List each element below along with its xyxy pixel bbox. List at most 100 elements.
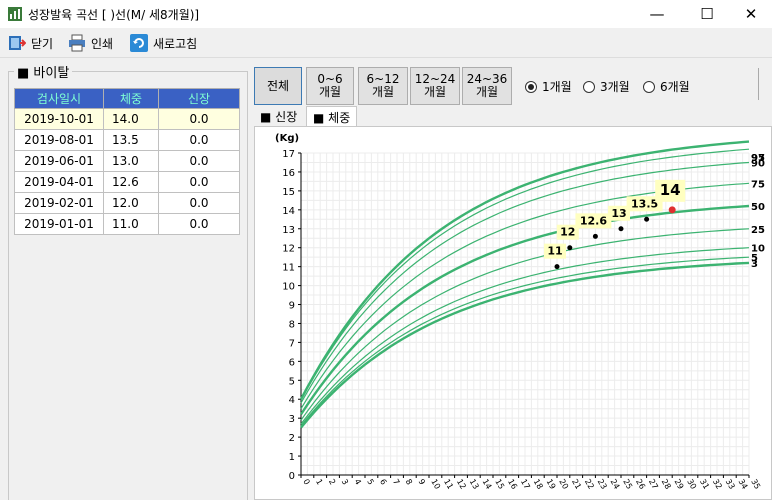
title-bar: 성장발육 곡선 [ )선(M/ 세8개월)] — ☐ ✕ <box>0 0 772 28</box>
data-point <box>567 245 573 251</box>
y-tick-label: 10 <box>282 282 295 293</box>
x-tick-label: 7 <box>391 478 401 487</box>
cell-height: 0.0 <box>158 171 240 193</box>
tab-height[interactable]: ■ 신장 <box>254 106 303 126</box>
vital-table: 검사일시 체중 신장 2019-10-01 14.0 0.0 2019-08-01 1… <box>14 88 240 235</box>
col-header-height[interactable]: 신장 <box>158 88 240 109</box>
percentile-label-50: 50 <box>751 202 765 213</box>
col-header-date[interactable]: 검사일시 <box>14 88 104 109</box>
x-tick-label: 2 <box>327 478 337 487</box>
interval-6month-radio[interactable]: 6개월 <box>643 78 690 95</box>
point-label: 12 <box>560 226 575 239</box>
percentile-label-90: 90 <box>751 158 765 169</box>
maximize-button[interactable]: ☐ <box>684 0 730 28</box>
x-tick-label: 25 <box>621 478 634 491</box>
x-tick-label: 11 <box>442 478 455 491</box>
x-tick-label: 28 <box>660 478 673 491</box>
percentile-label-25: 25 <box>751 225 765 236</box>
x-tick-label: 14 <box>480 478 493 491</box>
vital-panel: ■ 바이탈 검사일시 체중 신장 2019-10-01 14.0 0.0 2019-… <box>4 62 248 500</box>
cell-date: 2019-08-01 <box>14 129 104 151</box>
y-tick-label: 0 <box>289 471 295 482</box>
print-button[interactable]: 인쇄 <box>68 33 113 53</box>
x-tick-label: 16 <box>506 478 519 491</box>
interval-3month-radio[interactable]: 3개월 <box>583 78 630 95</box>
x-tick-label: 0 <box>301 478 311 487</box>
table-row[interactable]: 2019-04-01 12.6 0.0 <box>14 171 240 193</box>
data-point <box>668 206 676 214</box>
app-chart-icon <box>8 7 22 21</box>
x-tick-label: 22 <box>583 478 596 491</box>
y-tick-label: 5 <box>289 376 295 387</box>
x-tick-label: 19 <box>544 478 557 491</box>
door-exit-icon <box>9 36 26 50</box>
radio-unselected-icon <box>643 80 655 93</box>
range-6-12-button[interactable]: 6~12 개월 <box>358 67 408 105</box>
y-tick-label: 17 <box>282 149 295 160</box>
interval-1month-radio[interactable]: 1개월 <box>525 78 572 95</box>
x-tick-label: 27 <box>647 478 660 491</box>
x-tick-label: 29 <box>672 478 685 491</box>
x-tick-label: 12 <box>455 478 468 491</box>
printer-icon <box>69 34 85 52</box>
x-tick-label: 10 <box>429 478 442 491</box>
refresh-button[interactable]: 새로고침 <box>130 33 197 53</box>
panel-scroll-edge[interactable] <box>758 68 762 100</box>
tab-weight[interactable]: ■ 체중 <box>306 106 358 126</box>
y-tick-label: 11 <box>282 263 295 274</box>
y-tick-label: 4 <box>289 395 295 406</box>
radio-selected-icon <box>525 80 537 93</box>
range-12-24-button[interactable]: 12~24 개월 <box>410 67 460 105</box>
weight-chart-svg: 012345678910111213141516170 1 2 3 4 5 6 7 8 9 10 11… <box>275 133 765 491</box>
x-tick-label: 26 <box>634 478 647 491</box>
y-tick-label: 9 <box>289 301 295 312</box>
table-row[interactable]: 2019-02-01 12.0 0.0 <box>14 192 240 214</box>
close-window-button[interactable]: ✕ <box>728 0 772 28</box>
y-tick-label: 7 <box>289 338 295 349</box>
table-row[interactable]: 2019-10-01 14.0 0.0 <box>14 108 240 130</box>
cell-weight: 11.0 <box>103 213 159 235</box>
x-tick-label: 1 <box>314 478 324 487</box>
y-tick-label: 2 <box>289 433 295 444</box>
close-button[interactable]: 닫기 <box>8 33 53 53</box>
x-tick-label: 24 <box>608 478 621 491</box>
point-label: 12.6 <box>580 214 607 227</box>
y-tick-label: 12 <box>282 244 295 255</box>
x-tick-label: 9 <box>416 478 426 487</box>
cell-weight: 14.0 <box>103 108 159 130</box>
cell-date: 2019-10-01 <box>14 108 104 130</box>
range-all-button[interactable]: 전체 <box>254 67 302 105</box>
minimize-button[interactable]: — <box>634 0 680 28</box>
table-row[interactable]: 2019-01-01 11.0 0.0 <box>14 213 240 235</box>
data-point <box>592 233 598 239</box>
cell-date: 2019-06-01 <box>14 150 104 172</box>
x-tick-label: 15 <box>493 478 506 491</box>
table-row[interactable]: 2019-08-01 13.5 0.0 <box>14 129 240 151</box>
growth-chart-window: 성장발육 곡선 [ )선(M/ 세8개월)] — ☐ ✕ 닫기 인쇄 새로고침 … <box>0 0 772 500</box>
cell-date: 2019-04-01 <box>14 171 104 193</box>
table-row[interactable]: 2019-06-01 13.0 0.0 <box>14 150 240 172</box>
refresh-button-label: 새로고침 <box>153 36 198 51</box>
cell-date: 2019-02-01 <box>14 192 104 214</box>
x-tick-label: 21 <box>570 478 583 491</box>
cell-weight: 13.5 <box>103 129 159 151</box>
y-tick-label: 6 <box>289 357 295 368</box>
print-button-label: 인쇄 <box>91 36 114 51</box>
chart-panel: 전체 0~6 개월 6~12 개월 12~24 개월 24~36 개월 1개월 … <box>250 62 772 500</box>
x-tick-label: 30 <box>685 478 698 491</box>
range-24-36-button[interactable]: 24~36 개월 <box>462 67 512 105</box>
y-axis-label: (Kg) <box>275 133 299 144</box>
point-label: 13 <box>611 207 626 220</box>
cell-height: 0.0 <box>158 108 240 130</box>
y-tick-label: 1 <box>289 452 295 463</box>
col-header-weight[interactable]: 체중 <box>103 88 159 109</box>
y-tick-label: 16 <box>282 168 295 179</box>
toolbar: 닫기 인쇄 새로고침 <box>0 28 772 58</box>
y-tick-label: 3 <box>289 414 295 425</box>
cell-height: 0.0 <box>158 129 240 151</box>
x-tick-label: 20 <box>557 478 570 491</box>
point-label: 11 <box>547 245 562 258</box>
x-tick-label: 3 <box>340 478 350 487</box>
range-0-6-button[interactable]: 0~6 개월 <box>306 67 354 105</box>
data-point <box>554 264 560 270</box>
